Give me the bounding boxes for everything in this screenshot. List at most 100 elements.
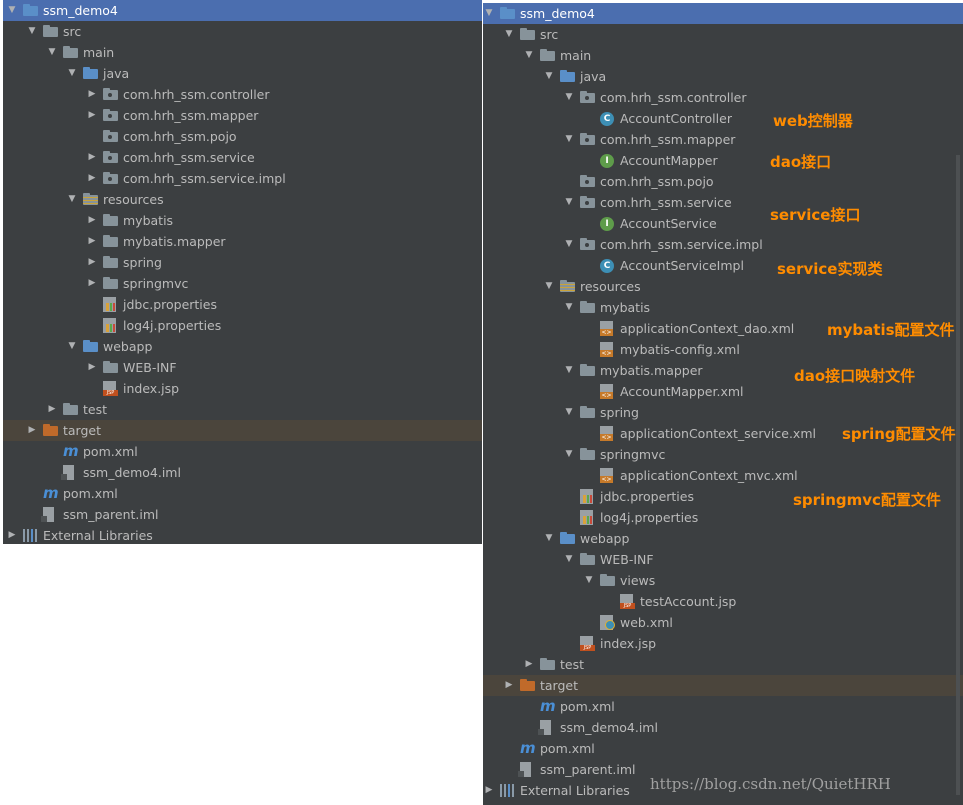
tree-row[interactable]: log4j.properties xyxy=(483,507,963,528)
folder-icon xyxy=(63,45,79,60)
tree-row[interactable]: ▼ java xyxy=(3,63,482,84)
tree-row[interactable]: ▶ test xyxy=(483,654,963,675)
tree-row[interactable]: ssm_demo4.iml xyxy=(3,462,482,483)
tree-row[interactable]: ▶ target xyxy=(483,675,963,696)
tree-row[interactable]: applicationContext_mvc.xml xyxy=(483,465,963,486)
expand-arrow-icon[interactable]: ▼ xyxy=(563,360,575,381)
expand-arrow-icon[interactable]: ▼ xyxy=(503,24,515,45)
expand-arrow-icon[interactable]: ▼ xyxy=(563,444,575,465)
expand-arrow-icon[interactable]: ▼ xyxy=(66,189,78,210)
expand-arrow-icon[interactable]: ▼ xyxy=(66,63,78,84)
tree-row[interactable]: index.jsp xyxy=(3,378,482,399)
tree-row[interactable]: ssm_parent.iml xyxy=(3,504,482,525)
collapse-arrow-icon[interactable]: ▶ xyxy=(523,654,535,675)
tree-row[interactable]: ▼ mybatis xyxy=(483,297,963,318)
collapse-arrow-icon[interactable]: ▶ xyxy=(503,675,515,696)
tree-item-label: AccountMapper.xml xyxy=(620,384,744,399)
tree-row[interactable]: ▶ com.hrh_ssm.controller xyxy=(3,84,482,105)
tree-row[interactable]: C AccountServiceImpl xyxy=(483,255,963,276)
tree-row[interactable]: mybatis-config.xml xyxy=(483,339,963,360)
expand-arrow-icon[interactable]: ▼ xyxy=(563,297,575,318)
expand-arrow-icon[interactable]: ▼ xyxy=(563,129,575,150)
collapse-arrow-icon[interactable]: ▶ xyxy=(86,168,98,189)
tree-row[interactable]: m pom.xml xyxy=(3,441,482,462)
tree-row[interactable]: I AccountMapper xyxy=(483,150,963,171)
tree-row[interactable]: ▼ ssm_demo4 xyxy=(3,0,482,21)
tree-row[interactable]: ▼ spring xyxy=(483,402,963,423)
tree-row[interactable]: index.jsp xyxy=(483,633,963,654)
tree-row[interactable]: com.hrh_ssm.pojo xyxy=(483,171,963,192)
expand-arrow-icon[interactable]: ▼ xyxy=(543,276,555,297)
expand-arrow-icon[interactable]: ▼ xyxy=(563,87,575,108)
tree-row[interactable]: ▶ spring xyxy=(3,252,482,273)
tree-row[interactable]: ▼ ssm_demo4 xyxy=(483,3,963,24)
tree-row[interactable]: testAccount.jsp xyxy=(483,591,963,612)
expand-arrow-icon[interactable]: ▼ xyxy=(583,570,595,591)
tree-row[interactable]: ▶ WEB-INF xyxy=(3,357,482,378)
tree-row[interactable]: ▼ webapp xyxy=(483,528,963,549)
scrollbar[interactable] xyxy=(956,155,960,795)
tree-row[interactable]: jdbc.properties xyxy=(3,294,482,315)
tree-row[interactable]: ▼ com.hrh_ssm.mapper xyxy=(483,129,963,150)
collapse-arrow-icon[interactable]: ▶ xyxy=(86,147,98,168)
tree-row[interactable]: ▶ com.hrh_ssm.mapper xyxy=(3,105,482,126)
tree-row[interactable]: ▶ target xyxy=(3,420,482,441)
interface-icon: I xyxy=(600,154,614,168)
tree-row[interactable]: ▼ webapp xyxy=(3,336,482,357)
expand-arrow-icon[interactable]: ▼ xyxy=(26,21,38,42)
tree-row[interactable]: ▶ mybatis.mapper xyxy=(3,231,482,252)
tree-row[interactable]: com.hrh_ssm.pojo xyxy=(3,126,482,147)
tree-row[interactable]: ▼ resources xyxy=(483,276,963,297)
collapse-arrow-icon[interactable]: ▶ xyxy=(86,105,98,126)
collapse-arrow-icon[interactable]: ▶ xyxy=(26,420,38,441)
collapse-arrow-icon[interactable]: ▶ xyxy=(6,525,18,544)
tree-row[interactable]: ▼ src xyxy=(483,24,963,45)
tree-row[interactable]: ▶ com.hrh_ssm.service.impl xyxy=(3,168,482,189)
tree-row[interactable]: ▶ External Libraries xyxy=(3,525,482,544)
expand-arrow-icon[interactable]: ▼ xyxy=(563,234,575,255)
tree-row[interactable]: ▼ com.hrh_ssm.service.impl xyxy=(483,234,963,255)
tree-row[interactable]: m pom.xml xyxy=(483,696,963,717)
collapse-arrow-icon[interactable]: ▶ xyxy=(86,84,98,105)
tree-row[interactable]: m pom.xml xyxy=(3,483,482,504)
tree-row[interactable]: ▶ com.hrh_ssm.service xyxy=(3,147,482,168)
collapse-arrow-icon[interactable]: ▶ xyxy=(86,357,98,378)
tree-row[interactable]: ▶ test xyxy=(3,399,482,420)
tree-row[interactable]: log4j.properties xyxy=(3,315,482,336)
collapse-arrow-icon[interactable]: ▶ xyxy=(483,780,495,801)
libraries-icon xyxy=(500,784,516,797)
collapse-arrow-icon[interactable]: ▶ xyxy=(86,231,98,252)
expand-arrow-icon[interactable]: ▼ xyxy=(523,45,535,66)
tree-row[interactable]: I AccountService xyxy=(483,213,963,234)
tree-row[interactable]: ▼ main xyxy=(3,42,482,63)
tree-row[interactable]: ▼ main xyxy=(483,45,963,66)
collapse-arrow-icon[interactable]: ▶ xyxy=(86,273,98,294)
tree-row[interactable]: C AccountController xyxy=(483,108,963,129)
expand-arrow-icon[interactable]: ▼ xyxy=(46,42,58,63)
expand-arrow-icon[interactable]: ▼ xyxy=(563,192,575,213)
tree-row[interactable]: ssm_demo4.iml xyxy=(483,717,963,738)
expand-arrow-icon[interactable]: ▼ xyxy=(483,3,495,24)
tree-row[interactable]: ▼ springmvc xyxy=(483,444,963,465)
tree-row[interactable]: ▶ mybatis xyxy=(3,210,482,231)
expand-arrow-icon[interactable]: ▼ xyxy=(563,549,575,570)
tree-row[interactable]: web.xml xyxy=(483,612,963,633)
expand-arrow-icon[interactable]: ▼ xyxy=(543,66,555,87)
collapse-arrow-icon[interactable]: ▶ xyxy=(46,399,58,420)
expand-arrow-icon[interactable]: ▼ xyxy=(543,528,555,549)
expand-arrow-icon[interactable]: ▼ xyxy=(563,402,575,423)
tree-row[interactable]: ▼ com.hrh_ssm.controller xyxy=(483,87,963,108)
tree-row[interactable]: ▼ views xyxy=(483,570,963,591)
tree-row[interactable]: ▼ WEB-INF xyxy=(483,549,963,570)
tree-row[interactable]: ▼ com.hrh_ssm.service xyxy=(483,192,963,213)
tree-row[interactable]: ▼ resources xyxy=(3,189,482,210)
tree-item-label: mybatis xyxy=(123,213,174,228)
collapse-arrow-icon[interactable]: ▶ xyxy=(86,210,98,231)
collapse-arrow-icon[interactable]: ▶ xyxy=(86,252,98,273)
tree-row[interactable]: m pom.xml xyxy=(483,738,963,759)
tree-row[interactable]: ▼ java xyxy=(483,66,963,87)
tree-row[interactable]: ▶ springmvc xyxy=(3,273,482,294)
expand-arrow-icon[interactable]: ▼ xyxy=(66,336,78,357)
expand-arrow-icon[interactable]: ▼ xyxy=(6,0,18,21)
tree-row[interactable]: ▼ src xyxy=(3,21,482,42)
